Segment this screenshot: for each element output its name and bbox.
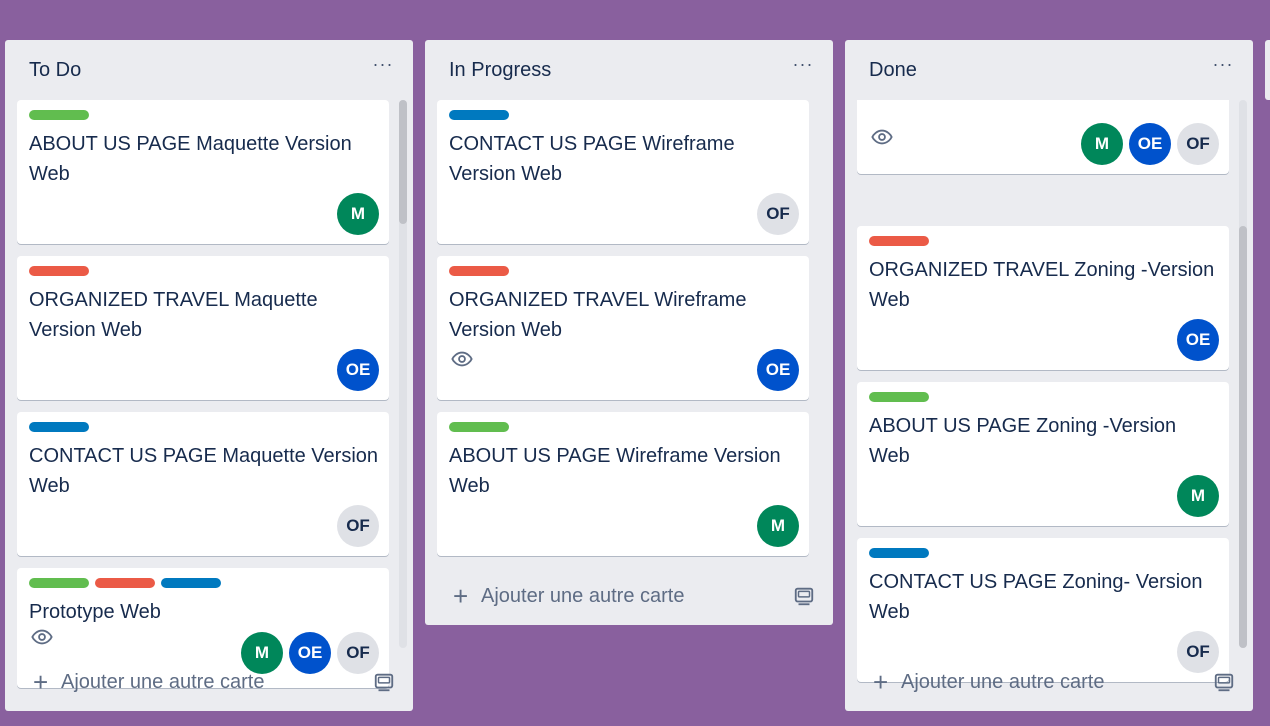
avatar-m[interactable]: M [1177,475,1219,517]
eye-icon [451,348,473,370]
card-labels [29,422,89,432]
card-members: OF [757,193,799,235]
label-green[interactable] [869,392,929,402]
avatar-oe[interactable]: OE [757,349,799,391]
card-template-icon[interactable] [373,671,395,693]
avatar-oe[interactable]: OE [1177,319,1219,361]
card-title: CONTACT US PAGE Zoning- Version Web [869,571,1203,623]
card-title: ORGANIZED TRAVEL Zoning -Version Web [869,259,1215,311]
plus-icon: + [873,667,889,697]
card-labels [869,236,929,246]
label-blue[interactable] [449,110,509,120]
list-header[interactable]: Done ··· [845,40,1253,100]
plus-icon: + [33,667,49,697]
card-title: CONTACT US PAGE Maquette Version Web [29,445,379,497]
card-members: OE [757,349,799,391]
card-labels [449,266,509,276]
card-template-icon[interactable] [793,585,815,607]
card-members: M OE OF [1081,123,1219,165]
card[interactable]: ORGANIZED TRAVEL Wireframe Version Web OE [437,256,809,400]
avatar-m[interactable]: M [757,505,799,547]
label-green[interactable] [29,578,89,588]
cards-container: ABOUT US PAGE Maquette Version Web M ORGAN… [17,100,389,692]
avatar-m[interactable]: M [337,193,379,235]
add-card-label: Ajouter une autre carte [481,585,685,607]
card-template-icon[interactable] [1213,671,1235,693]
card-title: Prototype Web [29,601,161,623]
next-list-edge[interactable] [1265,40,1270,100]
cards-container: CONTACT US PAGE Wireframe Version Web OF O… [437,100,809,570]
card-labels [29,266,89,276]
card-labels [449,422,509,432]
card[interactable]: ABOUT US PAGE Zoning -Version Web M [857,382,1229,526]
list-title[interactable]: Done [869,59,917,82]
avatar-oe[interactable]: OE [337,349,379,391]
list-to-do[interactable]: To Do ··· ABOUT US PAGE Maquette Version W… [5,40,413,711]
avatar-of[interactable]: OF [337,505,379,547]
list-header[interactable]: To Do ··· [5,40,413,100]
card-title: ABOUT US PAGE Maquette Version Web [29,133,352,185]
card[interactable]: ORGANIZED TRAVEL Maquette Version Web OE [17,256,389,400]
avatar-m[interactable]: M [1081,123,1123,165]
card-labels [869,392,929,402]
card-labels [29,578,221,588]
plus-icon: + [453,581,469,611]
card-members: M [1177,475,1219,517]
card-members: OE [337,349,379,391]
list-menu-icon[interactable]: ··· [789,55,817,80]
add-card-label: Ajouter une autre carte [61,671,265,693]
card-title: CONTACT US PAGE Wireframe Version Web [449,133,735,185]
card[interactable]: Graphic CharterMOEOF [857,100,1229,174]
card[interactable]: CONTACT US PAGE Wireframe Version Web OF [437,100,809,244]
card[interactable]: ORGANIZED TRAVEL Zoning -Version Web OE [857,226,1229,370]
card-members: OE [1177,319,1219,361]
cards-container: Graphic CharterMOEOF ORGANIZED TRAVEL Zon… [857,100,1229,692]
label-red[interactable] [449,266,509,276]
card-labels [29,110,89,120]
label-blue[interactable] [869,548,929,558]
card-members: M [757,505,799,547]
avatar-oe[interactable]: OE [1129,123,1171,165]
eye-icon [871,126,893,148]
list-menu-icon[interactable]: ··· [1209,55,1237,80]
list-scrollbar[interactable] [399,100,407,648]
card[interactable]: ABOUT US PAGE Wireframe Version Web M [437,412,809,556]
list-in-progress[interactable]: In Progress ··· CONTACT US PAGE Wireframe … [425,40,833,625]
card-members: OF [337,505,379,547]
list-done[interactable]: Done ··· Graphic CharterMOEOF ORGANIZED TRA… [845,40,1253,711]
label-blue[interactable] [161,578,221,588]
list-header[interactable]: In Progress ··· [425,40,833,100]
scrollbar-thumb[interactable] [399,100,407,224]
card-title: ORGANIZED TRAVEL Maquette Version Web [29,289,318,341]
eye-icon [31,626,53,648]
label-green[interactable] [29,110,89,120]
label-red[interactable] [29,266,89,276]
scrollbar-thumb[interactable] [1239,226,1247,648]
card[interactable]: CONTACT US PAGE Maquette Version Web OF [17,412,389,556]
label-red[interactable] [869,236,929,246]
card-labels [449,110,509,120]
add-card-button[interactable]: + Ajouter une autre carte [861,655,1237,711]
card[interactable]: ABOUT US PAGE Maquette Version Web M [17,100,389,244]
card-title: ORGANIZED TRAVEL Wireframe Version Web [449,289,747,341]
label-red[interactable] [95,578,155,588]
add-card-button[interactable]: + Ajouter une autre carte [441,569,817,625]
card-title: ABOUT US PAGE Wireframe Version Web [449,445,781,497]
avatar-of[interactable]: OF [757,193,799,235]
add-card-label: Ajouter une autre carte [901,671,1105,693]
card-title: ABOUT US PAGE Zoning -Version Web [869,415,1177,467]
list-menu-icon[interactable]: ··· [369,55,397,80]
label-green[interactable] [449,422,509,432]
card-members: M [337,193,379,235]
list-scrollbar[interactable] [1239,100,1247,648]
label-blue[interactable] [29,422,89,432]
avatar-of[interactable]: OF [1177,123,1219,165]
list-title[interactable]: In Progress [449,59,551,82]
card-labels [869,548,929,558]
add-card-button[interactable]: + Ajouter une autre carte [21,655,397,711]
list-title[interactable]: To Do [29,59,81,82]
